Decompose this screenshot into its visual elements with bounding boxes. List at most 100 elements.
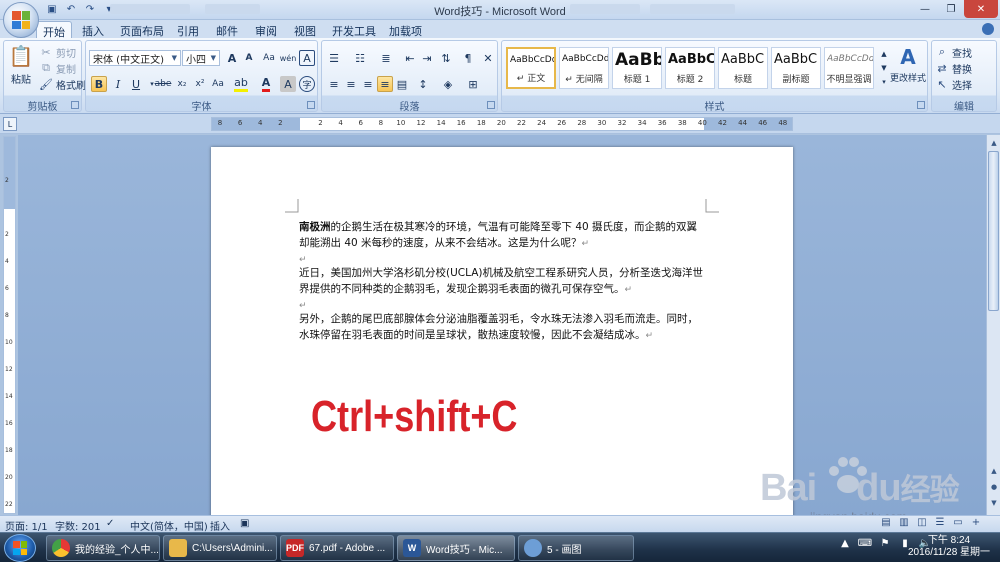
tab-review[interactable]: 审阅 xyxy=(249,21,283,38)
bullets-icon[interactable]: ☰ xyxy=(326,50,342,66)
dialog-launcher-icon[interactable] xyxy=(917,101,925,109)
multilevel-list-icon[interactable]: ≣ xyxy=(378,50,394,66)
strikethrough-button[interactable]: abe xyxy=(154,76,172,92)
maximize-button[interactable]: ❐ xyxy=(938,0,964,18)
shading-icon[interactable]: ◈ xyxy=(440,76,456,92)
tab-selector-icon[interactable]: L xyxy=(3,117,17,131)
italic-button[interactable]: I xyxy=(110,76,126,92)
show-marks-icon[interactable]: ¶ xyxy=(460,50,476,66)
tab-page-layout[interactable]: 页面布局 xyxy=(114,21,170,38)
flag-icon[interactable]: ⚑ xyxy=(878,536,892,550)
tab-view[interactable]: 视图 xyxy=(288,21,322,38)
horizontal-ruler[interactable]: 8 6 4 2 2 4 6 8 10 12 14 16 18 20 22 24 26 28 30 32 34 36 38 40… xyxy=(211,117,793,131)
style-subtitle[interactable]: AaBbC 副标题 xyxy=(771,47,821,89)
start-button[interactable] xyxy=(4,534,36,562)
scroll-up-icon[interactable]: ▲ xyxy=(988,137,1000,149)
taskbar-item-paint[interactable]: 5 - 画图 xyxy=(518,535,634,561)
dialog-launcher-icon[interactable] xyxy=(307,101,315,109)
outline-icon[interactable]: ☰ xyxy=(934,517,946,529)
dialog-launcher-icon[interactable] xyxy=(71,101,79,109)
show-hidden-icons-icon[interactable]: ▲ xyxy=(838,536,852,550)
style-heading-1[interactable]: AaBb 标题 1 xyxy=(612,47,662,89)
grow-font-button[interactable]: A xyxy=(224,50,240,66)
increase-indent-icon[interactable]: ⇥ xyxy=(419,50,435,66)
minimize-button[interactable]: — xyxy=(912,0,938,18)
subscript-button[interactable]: x₂ xyxy=(174,76,190,92)
font-size-select[interactable]: 小四 ▼ xyxy=(182,50,220,66)
decrease-indent-icon[interactable]: ⇤ xyxy=(402,50,418,66)
tab-addins[interactable]: 加载项 xyxy=(383,21,428,38)
draft-icon[interactable]: ▭ xyxy=(952,517,964,529)
clock[interactable]: 下午 8:24 2016/11/28 星期一 xyxy=(904,535,994,559)
paste-button[interactable]: 📋 粘贴 xyxy=(7,43,35,86)
numbering-icon[interactable]: ☷ xyxy=(352,50,368,66)
justify-icon[interactable]: ≡ xyxy=(377,76,393,92)
style-heading-2[interactable]: AaBbC 标题 2 xyxy=(665,47,715,89)
borders-icon[interactable]: ⊞ xyxy=(465,76,481,92)
highlight-icon[interactable]: ab xyxy=(233,76,249,92)
select-button[interactable]: ↖ 选择 xyxy=(934,76,972,92)
web-layout-icon[interactable]: ◫ xyxy=(916,517,928,529)
tab-home[interactable]: 开始 xyxy=(36,21,72,39)
change-styles-button[interactable]: A 更改样式 xyxy=(890,45,926,84)
shrink-font-button[interactable]: A xyxy=(241,50,257,66)
font-name-select[interactable]: 宋体 (中文正文) ▼ xyxy=(89,50,181,66)
input-method-icon[interactable]: ⌨ xyxy=(858,536,872,550)
style-title[interactable]: AaBbC 标题 xyxy=(718,47,768,89)
tab-insert[interactable]: 插入 xyxy=(76,21,110,38)
find-button[interactable]: ⌕ 查找 xyxy=(934,44,972,60)
underline-button[interactable]: U xyxy=(128,76,144,92)
paragraph-2[interactable]: 近日，美国加州大学洛杉矶分校(UCLA)机械及航空工程系研究人员，分析圣迭戈海洋… xyxy=(299,265,707,298)
phonetic-guide-button[interactable]: wén xyxy=(280,50,297,66)
insert-mode[interactable]: 插入 xyxy=(210,518,230,533)
dialog-launcher-icon[interactable] xyxy=(487,101,495,109)
office-button[interactable] xyxy=(3,2,39,38)
char-shading-button[interactable]: A xyxy=(280,76,296,92)
watermark-brand: Bai du经验 xyxy=(760,465,960,510)
change-case-button[interactable]: Aa xyxy=(210,76,226,92)
document-page[interactable]: 南极洲的企鹅生活在极其寒冷的环境，气温有可能降至零下 40 摄氏度，而企鹅的双翼… xyxy=(211,147,793,515)
line-spacing-icon[interactable]: ↕ xyxy=(415,76,431,92)
sort-icon[interactable]: ⇅ xyxy=(438,50,454,66)
paragraph-1[interactable]: 南极洲的企鹅生活在极其寒冷的环境，气温有可能降至零下 40 摄氏度，而企鹅的双翼… xyxy=(299,219,707,252)
help-icon[interactable] xyxy=(982,23,994,35)
word-count[interactable]: 字数: 201 xyxy=(55,518,101,533)
style-no-spacing[interactable]: AaBbCcDd ↵ 无间隔 xyxy=(559,47,609,89)
copy-button[interactable]: ⧉ 复制 xyxy=(38,60,76,76)
align-center-icon[interactable]: ≡ xyxy=(343,76,359,92)
ruler-tick: 16 xyxy=(456,119,466,127)
tab-developer[interactable]: 开发工具 xyxy=(326,21,382,38)
cut-button[interactable]: ✂ 剪切 xyxy=(38,44,76,60)
tab-mailings[interactable]: 邮件 xyxy=(210,21,244,38)
paragraph-3[interactable]: 另外，企鹅的尾巴底部腺体会分泌油脂覆盖羽毛，令水珠无法渗入羽毛而流走。同时，水珠… xyxy=(299,311,707,344)
style-normal[interactable]: AaBbCcDd ↵ 正文 xyxy=(506,47,556,89)
taskbar-item-word[interactable]: W Word技巧 - Mic... xyxy=(397,535,515,561)
taskbar-item-browser[interactable]: 我的经验_个人中... xyxy=(46,535,160,561)
bold-button[interactable]: B xyxy=(91,76,107,92)
style-subtle-emphasis[interactable]: AaBbCcDd 不明显强调 xyxy=(824,47,874,89)
taskbar-item-explorer[interactable]: C:\Users\Admini... xyxy=(163,535,277,561)
distributed-icon[interactable]: ▤ xyxy=(394,76,410,92)
align-right-icon[interactable]: ≡ xyxy=(360,76,376,92)
replace-button[interactable]: ⇄ 替换 xyxy=(934,60,972,76)
close-button[interactable]: ✕ xyxy=(964,0,998,18)
zoom-icon[interactable]: + xyxy=(970,517,982,529)
font-color-button[interactable]: A xyxy=(258,76,274,92)
vertical-ruler[interactable]: 2 2 4 6 8 10 12 14 16 18 20 22 xyxy=(3,136,16,514)
proofing-icon[interactable]: ✓ xyxy=(106,518,114,529)
page-count[interactable]: 页面: 1/1 xyxy=(5,518,48,533)
enclose-char-button[interactable]: 字 xyxy=(299,76,315,92)
clear-format-button[interactable]: Aa xyxy=(261,50,277,66)
scroll-thumb[interactable] xyxy=(988,151,999,311)
full-screen-reading-icon[interactable]: ▥ xyxy=(898,517,910,529)
taskbar-item-pdf[interactable]: PDF 67.pdf - Adobe ... xyxy=(280,535,394,561)
asian-layout-icon[interactable]: ✕ xyxy=(480,50,496,66)
char-border-button[interactable]: A xyxy=(299,50,315,66)
language-status[interactable]: 中文(简体，中国) xyxy=(130,518,208,533)
tab-references[interactable]: 引用 xyxy=(171,21,205,38)
print-layout-icon[interactable]: ▤ xyxy=(880,517,892,529)
align-left-icon[interactable]: ≡ xyxy=(326,76,342,92)
macro-record-icon[interactable]: ▣ xyxy=(240,518,249,529)
superscript-button[interactable]: x² xyxy=(192,76,208,92)
format-painter-button[interactable]: 🖌 格式刷 xyxy=(38,76,86,92)
